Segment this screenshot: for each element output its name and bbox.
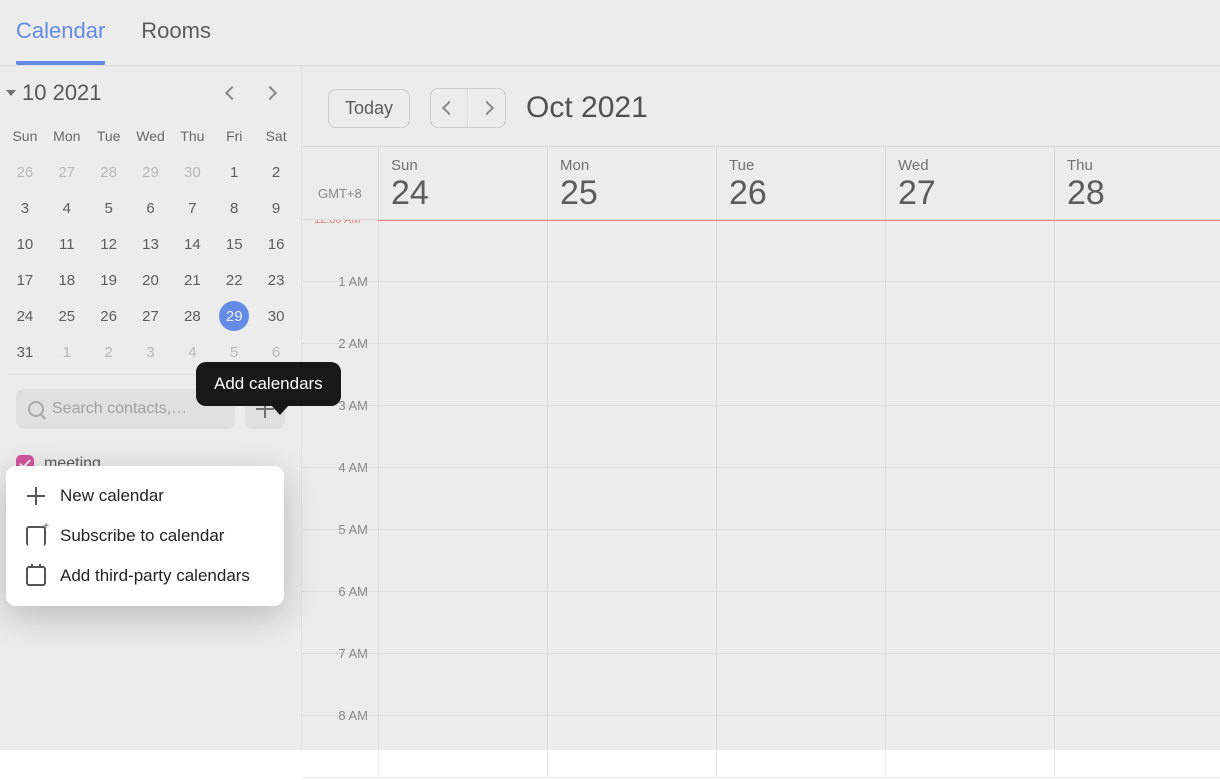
bookmark-icon: [26, 526, 46, 546]
add-calendar-menu: New calendar Subscribe to calendar Add t…: [6, 466, 284, 606]
calendar-import-icon: [26, 566, 46, 586]
overlay-dimmer[interactable]: [0, 0, 1220, 750]
menu-label: Add third-party calendars: [60, 566, 250, 586]
menu-subscribe-calendar[interactable]: Subscribe to calendar: [12, 516, 278, 556]
menu-label: Subscribe to calendar: [60, 526, 224, 546]
menu-new-calendar[interactable]: New calendar: [12, 476, 278, 516]
menu-label: New calendar: [60, 486, 164, 506]
menu-third-party[interactable]: Add third-party calendars: [12, 556, 278, 596]
add-calendars-tooltip: Add calendars: [196, 362, 341, 406]
plus-icon: [26, 486, 46, 506]
